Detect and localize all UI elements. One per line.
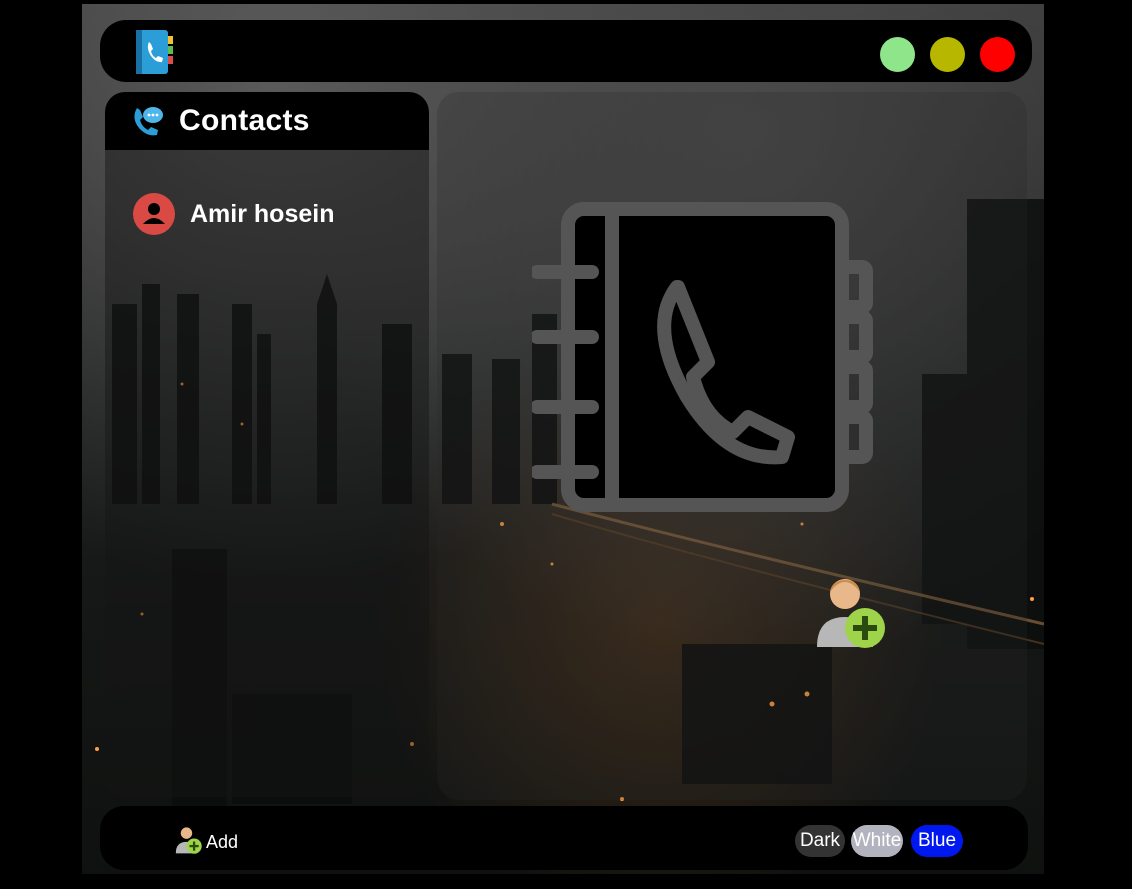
theme-dark-button[interactable]: Dark <box>795 825 845 857</box>
close-button[interactable] <box>980 37 1015 72</box>
maximize-button[interactable] <box>930 37 965 72</box>
minimize-button[interactable] <box>880 37 915 72</box>
theme-white-button[interactable]: White <box>851 825 903 857</box>
add-button-label: Add <box>206 832 239 852</box>
contacts-book-icon <box>134 28 176 81</box>
sidebar-title: Contacts <box>179 104 310 137</box>
main-panel <box>437 92 1027 800</box>
title-bar <box>100 20 1032 82</box>
window-bottom-edge <box>82 874 1044 885</box>
chat-phone-icon <box>131 104 165 143</box>
theme-blue-button[interactable]: Blue <box>911 825 963 857</box>
contact-list-item[interactable]: Amir hosein <box>105 188 429 240</box>
add-user-icon <box>172 824 204 861</box>
sidebar-header: Contacts <box>105 92 429 150</box>
app-window: Contacts Amir hosein Add Dark White Blue <box>82 4 1044 885</box>
contact-name: Amir hosein <box>190 200 335 228</box>
user-avatar-icon <box>133 193 175 235</box>
contacts-sidebar: Contacts Amir hosein <box>105 92 429 797</box>
add-user-icon[interactable] <box>807 572 891 657</box>
phonebook-icon <box>530 197 922 522</box>
bottom-toolbar: Add Dark White Blue <box>100 806 1028 870</box>
